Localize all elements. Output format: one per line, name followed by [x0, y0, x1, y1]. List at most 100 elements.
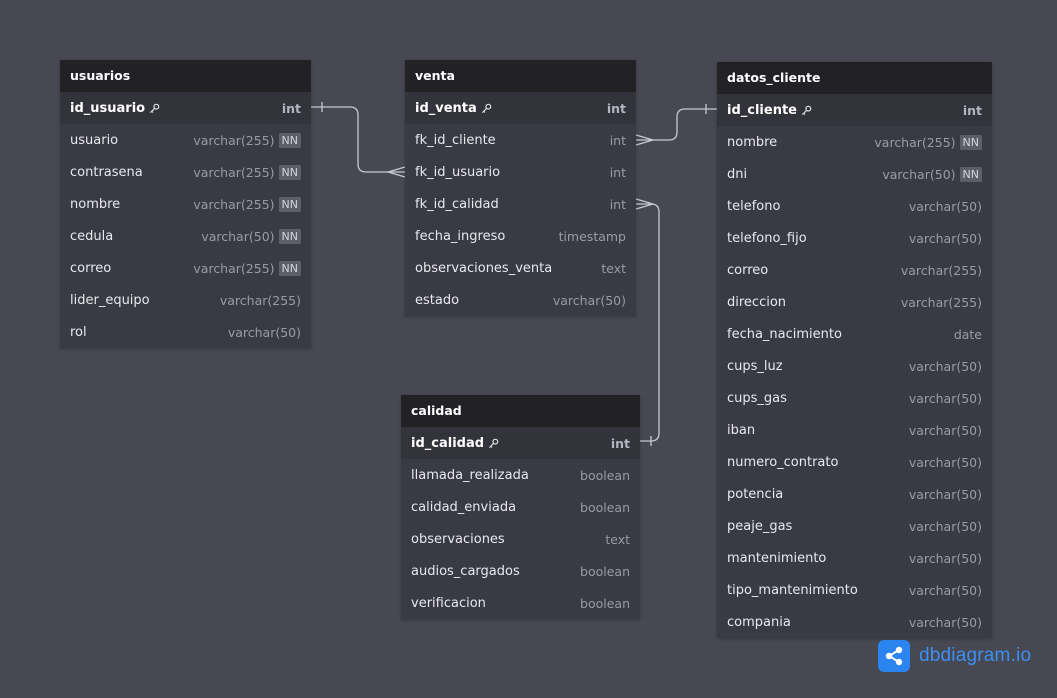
- field-row-fk-id-cliente[interactable]: fk_id_cliente int: [405, 124, 636, 156]
- field-name-text: nombre: [727, 134, 778, 150]
- table-calidad[interactable]: calidad id_calidad int llamada_realizada bo…: [401, 395, 640, 619]
- field-name: id_venta: [415, 101, 607, 116]
- field-row-iban[interactable]: iban varchar(50): [717, 414, 992, 446]
- not-null-badge: NN: [278, 132, 301, 148]
- diagram-canvas[interactable]: usuarios id_usuario int usuario varchar(255…: [0, 0, 1057, 698]
- field-type: varchar(50): [227, 324, 301, 340]
- field-name: peaje_gas: [727, 519, 909, 534]
- table-fields-usuarios: id_usuario int usuario varchar(255) NN contra…: [60, 92, 311, 348]
- field-name: iban: [727, 423, 909, 438]
- field-type: boolean: [580, 563, 630, 579]
- field-row-dni[interactable]: dni varchar(50) NN: [717, 158, 992, 190]
- field-row-usuario[interactable]: usuario varchar(255) NN: [60, 124, 311, 156]
- field-row-compania[interactable]: compania varchar(50): [717, 606, 992, 638]
- table-fields-calidad: id_calidad int llamada_realizada boolean cal…: [401, 427, 640, 619]
- field-type: varchar(50): [908, 550, 982, 566]
- field-name: verificacion: [411, 596, 580, 611]
- field-row-id-calidad[interactable]: id_calidad int: [401, 427, 640, 459]
- field-name-text: id_usuario: [70, 100, 146, 116]
- table-header-calidad[interactable]: calidad: [401, 395, 640, 427]
- share-nodes-icon: [878, 640, 910, 672]
- field-name: potencia: [727, 487, 909, 502]
- field-row-audios-cargados[interactable]: audios_cargados boolean: [401, 555, 640, 587]
- field-row-contrasena[interactable]: contrasena varchar(255) NN: [60, 156, 311, 188]
- field-row-mantenimiento[interactable]: mantenimiento varchar(50): [717, 542, 992, 574]
- field-type: varchar(255): [900, 294, 982, 310]
- field-type: varchar(255): [900, 262, 982, 278]
- field-name-text: contrasena: [70, 164, 143, 180]
- field-type: varchar(50): [908, 454, 982, 470]
- field-row-observaciones-venta[interactable]: observaciones_venta text: [405, 252, 636, 284]
- table-fields-venta: id_venta int fk_id_cliente int fk_id_usuario…: [405, 92, 636, 316]
- field-row-telefono-fijo[interactable]: telefono_fijo varchar(50): [717, 222, 992, 254]
- field-name-text: fk_id_usuario: [415, 164, 501, 180]
- field-name-text: fk_id_calidad: [415, 196, 499, 212]
- table-venta[interactable]: venta id_venta int fk_id_cliente int fk_id_u…: [405, 60, 636, 316]
- field-type: timestamp: [558, 228, 626, 244]
- field-row-calidad-enviada[interactable]: calidad_enviada boolean: [401, 491, 640, 523]
- field-type: varchar(50): [908, 518, 982, 534]
- field-name-text: observaciones: [411, 531, 505, 547]
- field-type: int: [962, 102, 982, 118]
- field-row-id-cliente[interactable]: id_cliente int: [717, 94, 992, 126]
- table-datos-cliente[interactable]: datos_cliente id_cliente int nombre varchar…: [717, 62, 992, 638]
- not-null-badge: NN: [278, 260, 301, 276]
- field-name: cedula: [70, 229, 201, 244]
- field-name: llamada_realizada: [411, 468, 580, 483]
- field-name: telefono: [727, 199, 909, 214]
- field-name: audios_cargados: [411, 564, 580, 579]
- field-row-verificacion[interactable]: verificacion boolean: [401, 587, 640, 619]
- field-row-id-venta[interactable]: id_venta int: [405, 92, 636, 124]
- field-row-rol[interactable]: rol varchar(50): [60, 316, 311, 348]
- field-row-estado[interactable]: estado varchar(50): [405, 284, 636, 316]
- field-row-cups-gas[interactable]: cups_gas varchar(50): [717, 382, 992, 414]
- table-header-datos-cliente[interactable]: datos_cliente: [717, 62, 992, 94]
- field-name-text: potencia: [727, 486, 784, 502]
- field-row-lider-equipo[interactable]: lider_equipo varchar(255): [60, 284, 311, 316]
- field-row-fecha-nacimiento[interactable]: fecha_nacimiento date: [717, 318, 992, 350]
- field-type: varchar(255): [193, 260, 275, 276]
- table-usuarios[interactable]: usuarios id_usuario int usuario varchar(255…: [60, 60, 311, 348]
- field-row-fecha-ingreso[interactable]: fecha_ingreso timestamp: [405, 220, 636, 252]
- field-row-peaje-gas[interactable]: peaje_gas varchar(50): [717, 510, 992, 542]
- field-row-nombre[interactable]: nombre varchar(255) NN: [60, 188, 311, 220]
- not-null-badge: NN: [278, 196, 301, 212]
- field-row-fk-id-calidad[interactable]: fk_id_calidad int: [405, 188, 636, 220]
- field-name: observaciones: [411, 532, 605, 547]
- field-row-nombre[interactable]: nombre varchar(255) NN: [717, 126, 992, 158]
- field-name: fecha_ingreso: [415, 229, 559, 244]
- field-name: rol: [70, 325, 228, 340]
- table-header-usuarios[interactable]: usuarios: [60, 60, 311, 92]
- field-name-text: lider_equipo: [70, 292, 150, 308]
- field-row-potencia[interactable]: potencia varchar(50): [717, 478, 992, 510]
- field-type: varchar(50): [908, 582, 982, 598]
- field-name: cups_gas: [727, 391, 909, 406]
- table-header-venta[interactable]: venta: [405, 60, 636, 92]
- field-row-observaciones[interactable]: observaciones text: [401, 523, 640, 555]
- field-row-telefono[interactable]: telefono varchar(50): [717, 190, 992, 222]
- field-type: int: [609, 132, 626, 148]
- dbdiagram-brand[interactable]: dbdiagram.io: [878, 640, 1031, 672]
- field-name: id_usuario: [70, 101, 282, 116]
- field-row-cedula[interactable]: cedula varchar(50) NN: [60, 220, 311, 252]
- field-type: varchar(50): [552, 292, 626, 308]
- field-row-id-usuario[interactable]: id_usuario int: [60, 92, 311, 124]
- field-row-correo[interactable]: correo varchar(255): [717, 254, 992, 286]
- field-name-text: usuario: [70, 132, 119, 148]
- field-name-text: numero_contrato: [727, 454, 839, 470]
- field-name-text: telefono_fijo: [727, 230, 807, 246]
- field-row-cups-luz[interactable]: cups_luz varchar(50): [717, 350, 992, 382]
- field-row-tipo-mantenimiento[interactable]: tipo_mantenimiento varchar(50): [717, 574, 992, 606]
- field-row-numero-contrato[interactable]: numero_contrato varchar(50): [717, 446, 992, 478]
- field-row-direccion[interactable]: direccion varchar(255): [717, 286, 992, 318]
- field-row-llamada-realizada[interactable]: llamada_realizada boolean: [401, 459, 640, 491]
- field-name: nombre: [727, 135, 874, 150]
- field-name: nombre: [70, 197, 193, 212]
- not-null-badge: NN: [959, 134, 982, 150]
- field-name: tipo_mantenimiento: [727, 583, 909, 598]
- field-row-correo[interactable]: correo varchar(255) NN: [60, 252, 311, 284]
- field-type: varchar(255): [874, 134, 956, 150]
- field-name: id_cliente: [727, 103, 963, 118]
- field-type: varchar(50): [908, 230, 982, 246]
- field-row-fk-id-usuario[interactable]: fk_id_usuario int: [405, 156, 636, 188]
